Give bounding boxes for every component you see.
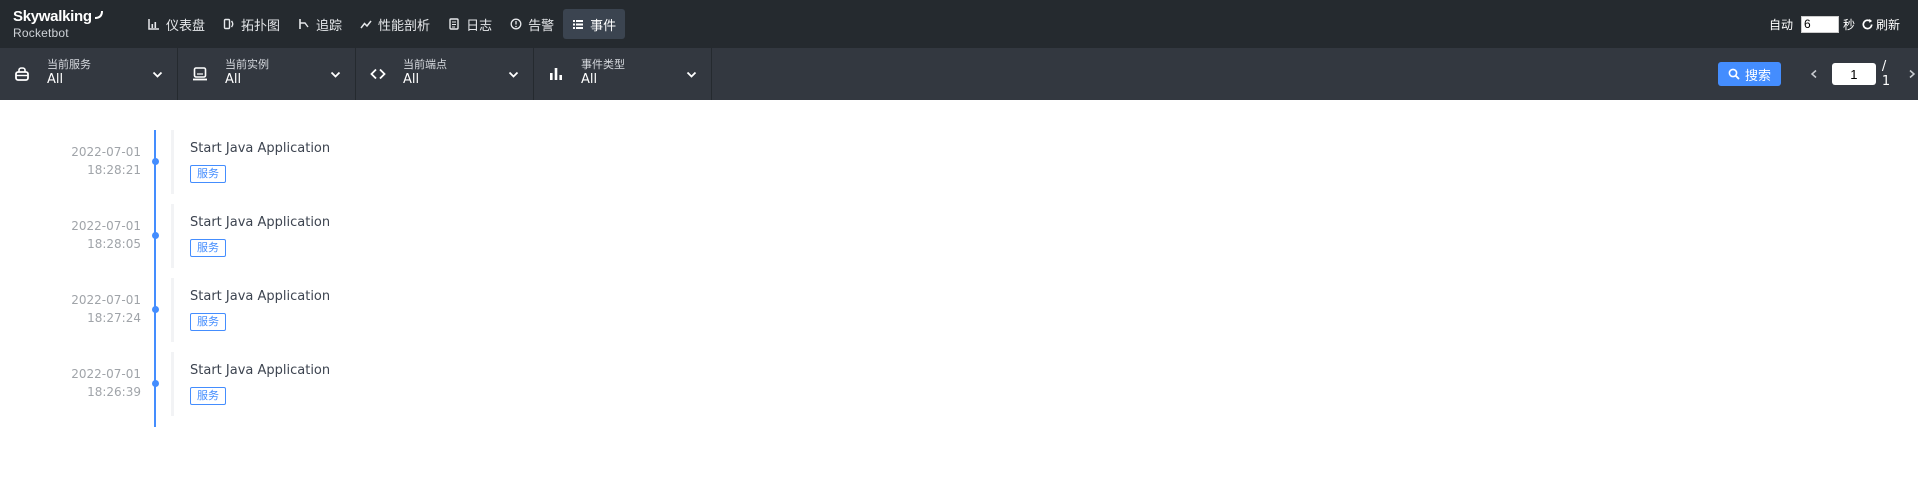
event-tag: 服务 — [190, 313, 226, 331]
event-timestamp: 2022-07-01 18:26:39 — [71, 365, 141, 401]
filter-bar: 当前服务 All 当前实例 All 当前端点 All 事件类型 All 搜索 /… — [0, 48, 1918, 100]
event-title: Start Java Application — [190, 215, 331, 230]
event-divider — [171, 352, 174, 416]
nav-item-event[interactable]: 事件 — [563, 9, 626, 39]
event-title: Start Java Application — [190, 141, 331, 156]
instance-selector[interactable]: 当前实例 All — [178, 48, 356, 100]
event-timeline: 2022-07-01 18:28:21 Start Java Applicati… — [0, 100, 1918, 497]
next-page-button[interactable] — [1906, 67, 1918, 81]
nav-label: 追踪 — [316, 18, 343, 34]
event-tag: 服务 — [190, 387, 226, 405]
instance-icon — [193, 67, 207, 81]
event-title: Start Java Application — [190, 363, 331, 378]
alarm-icon — [510, 18, 522, 30]
event-time: 18:28:05 — [87, 237, 141, 251]
nav-label: 日志 — [466, 18, 493, 34]
refresh-icon — [1862, 18, 1873, 29]
event-timestamp: 2022-07-01 18:27:24 — [71, 291, 141, 327]
event-timestamp: 2022-07-01 18:28:21 — [71, 143, 141, 179]
log-icon — [449, 18, 459, 30]
timeline-dot — [152, 232, 159, 239]
selector-value: All — [403, 72, 420, 87]
timeline-dot — [152, 158, 159, 165]
timeline-event[interactable]: 2022-07-01 18:28:05 Start Java Applicati… — [0, 204, 600, 270]
nav-item-profile[interactable]: 性能剖析 — [351, 9, 439, 39]
chevron-left-icon — [1810, 69, 1817, 79]
brand-text: Skywalking — [13, 8, 92, 25]
topology-icon — [223, 18, 234, 30]
nav-item-log[interactable]: 日志 — [439, 9, 501, 39]
event-time: 18:28:21 — [87, 163, 141, 177]
event-icon — [573, 20, 584, 29]
brand-name: Skywalking — [13, 9, 113, 24]
refresh-button[interactable]: 刷新 — [1861, 16, 1900, 33]
chevron-right-icon — [1909, 69, 1916, 79]
selector-value: All — [581, 72, 598, 87]
event-type-icon — [550, 68, 562, 80]
selector-label: 当前服务 — [47, 58, 91, 71]
search-label: 搜索 — [1744, 68, 1771, 84]
service-selector[interactable]: 当前服务 All — [0, 48, 178, 100]
nav-label: 拓扑图 — [241, 18, 281, 34]
event-time: 18:26:39 — [87, 385, 141, 399]
timeline-event[interactable]: 2022-07-01 18:28:21 Start Java Applicati… — [0, 130, 600, 196]
brand-subtitle: Rocketbot — [13, 26, 69, 40]
event-date: 2022-07-01 — [71, 367, 141, 381]
auto-refresh-interval-input[interactable] — [1800, 15, 1839, 33]
event-divider — [171, 130, 174, 194]
nav-item-topology[interactable]: 拓扑图 — [214, 9, 289, 39]
auto-refresh-controls: 自动 秒 刷新 — [1769, 0, 1918, 48]
pagination: / 1 — [1808, 59, 1918, 89]
nav-label: 性能剖析 — [378, 18, 431, 34]
top-navigation-bar: Skywalking Rocketbot 仪表盘 拓扑图 追踪 性能剖析 日志 … — [0, 0, 1918, 48]
selector-label: 事件类型 — [581, 58, 625, 71]
endpoint-selector[interactable]: 当前端点 All — [356, 48, 534, 100]
dashboard-icon — [148, 19, 159, 30]
timeline-event[interactable]: 2022-07-01 18:26:39 Start Java Applicati… — [0, 352, 600, 418]
nav-item-alarm[interactable]: 告警 — [501, 9, 563, 39]
prev-page-button[interactable] — [1808, 67, 1820, 81]
timeline-dot — [152, 380, 159, 387]
event-tag: 服务 — [190, 239, 226, 257]
timeline-event[interactable]: 2022-07-01 18:27:24 Start Java Applicati… — [0, 278, 600, 344]
nav-item-dashboard[interactable]: 仪表盘 — [139, 9, 214, 39]
main-nav: 仪表盘 拓扑图 追踪 性能剖析 日志 告警 事件 — [139, 9, 626, 39]
page-number-input[interactable] — [1831, 63, 1876, 85]
event-title: Start Java Application — [190, 289, 331, 304]
event-timestamp: 2022-07-01 18:28:05 — [71, 217, 141, 253]
nav-label: 告警 — [528, 18, 555, 34]
trace-icon — [299, 19, 309, 29]
auto-refresh-label: 自动 — [1768, 17, 1793, 32]
selector-label: 当前实例 — [225, 58, 269, 71]
nav-label: 事件 — [590, 18, 617, 34]
service-icon — [15, 67, 29, 81]
app-logo[interactable]: Skywalking Rocketbot — [13, 9, 113, 45]
selector-value: All — [47, 72, 64, 87]
event-tag: 服务 — [190, 165, 226, 183]
chevron-down-icon — [152, 71, 163, 78]
chevron-down-icon — [330, 71, 341, 78]
seconds-label: 秒 — [1842, 17, 1855, 32]
event-divider — [171, 204, 174, 268]
nav-label: 仪表盘 — [166, 18, 206, 34]
event-date: 2022-07-01 — [71, 293, 141, 307]
selector-value: All — [225, 72, 242, 87]
profile-icon — [360, 20, 372, 29]
search-icon — [1728, 68, 1740, 80]
selector-label: 当前端点 — [403, 58, 447, 71]
event-divider — [171, 278, 174, 342]
endpoint-icon — [370, 68, 386, 80]
timeline-dot — [152, 306, 159, 313]
event-time: 18:27:24 — [87, 311, 141, 325]
chevron-down-icon — [686, 71, 697, 78]
logo-swoosh-icon — [94, 10, 103, 19]
search-button[interactable]: 搜索 — [1718, 62, 1781, 86]
event-date: 2022-07-01 — [71, 219, 141, 233]
event-date: 2022-07-01 — [71, 145, 141, 159]
page-total: / 1 — [1881, 59, 1891, 89]
refresh-label: 刷新 — [1875, 17, 1900, 32]
event-type-selector[interactable]: 事件类型 All — [534, 48, 712, 100]
nav-item-trace[interactable]: 追踪 — [289, 9, 351, 39]
chevron-down-icon — [508, 71, 519, 78]
